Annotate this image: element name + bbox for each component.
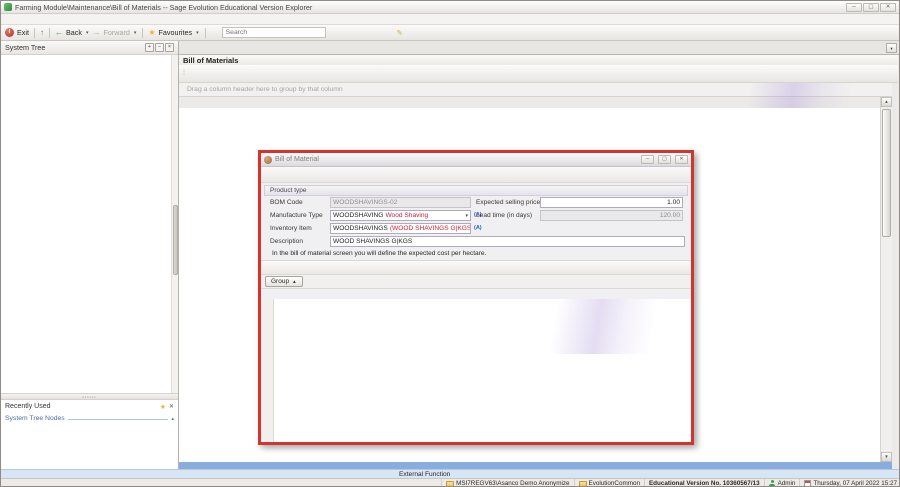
inventory-item-combo[interactable]: WOODSHAVINGS (WOOD SHAVINGS G|KGS) ▾ bbox=[330, 223, 471, 234]
items-grid-body[interactable] bbox=[261, 299, 691, 442]
product-type-label: Product type bbox=[270, 187, 307, 194]
recently-used-panel: Recently Used ★ ✕ System Tree Nodes ▴ bbox=[1, 400, 178, 469]
external-function-label: External Function bbox=[399, 471, 450, 478]
app-icon bbox=[4, 3, 12, 11]
main-toolbar: Exit ↑ ← Back ▾ → Forward ▾ ★ Favourites… bbox=[1, 25, 899, 41]
title-bar: Farming Module\Maintenance\Bill of Mater… bbox=[1, 1, 899, 14]
lead-time-label: Lead time (in days) bbox=[476, 212, 532, 219]
favourites-button[interactable]: Favourites bbox=[159, 28, 193, 37]
exit-icon[interactable] bbox=[5, 28, 14, 37]
items-toolbar bbox=[261, 260, 691, 275]
tree-collapse-icon[interactable]: − bbox=[155, 43, 164, 52]
favourites-star-icon[interactable]: ★ bbox=[160, 403, 166, 411]
grid-header bbox=[179, 97, 880, 108]
search-input[interactable] bbox=[222, 27, 326, 38]
calendar-icon bbox=[804, 480, 811, 487]
group-button[interactable]: Group▲ bbox=[265, 276, 303, 287]
dialog-minimize-icon[interactable] bbox=[641, 155, 654, 164]
page-title: Bill of Materials bbox=[183, 56, 238, 65]
status-user: Admin bbox=[778, 480, 796, 487]
group-by-bar[interactable]: Drag a column header here to group by th… bbox=[179, 83, 892, 97]
sidebar-scrollbar[interactable] bbox=[171, 55, 178, 393]
tab-strip: ▾ bbox=[179, 41, 900, 55]
inventory-item-lookup-icon[interactable]: (A) bbox=[474, 225, 482, 231]
menu-bar bbox=[1, 14, 899, 25]
dialog-fields: BOM Code WOODSHAVINGS-02 Expected sellin… bbox=[264, 196, 688, 260]
dialog-note: In the bill of material screen you will … bbox=[272, 250, 486, 257]
system-tree-title: System Tree bbox=[5, 43, 144, 52]
user-icon bbox=[769, 480, 776, 487]
favourites-dropdown-icon[interactable]: ▾ bbox=[196, 30, 199, 36]
dialog-title-bar: Bill of Material bbox=[261, 153, 691, 167]
sidebar-scrollbar-thumb[interactable] bbox=[173, 205, 178, 275]
system-tree bbox=[1, 55, 178, 393]
chevron-up-icon: ▲ bbox=[292, 279, 296, 284]
description-label: Description bbox=[270, 238, 303, 245]
database-folder-icon bbox=[446, 481, 454, 487]
recently-used-close-icon[interactable]: ✕ bbox=[169, 403, 174, 410]
recent-collapse-icon[interactable]: ▴ bbox=[171, 416, 174, 422]
expected-selling-price-label: Expected selling price bbox=[476, 199, 540, 206]
dialog-icon bbox=[264, 156, 272, 164]
panel-header: Bill of Materials bbox=[179, 55, 898, 65]
common-db-folder-icon bbox=[579, 481, 587, 487]
tab-overflow-icon[interactable]: ▾ bbox=[886, 43, 897, 53]
tree-close-icon[interactable]: × bbox=[165, 43, 174, 52]
manufacture-type-combo[interactable]: WOODSHAVING Wood Shaving ▾ bbox=[330, 210, 471, 221]
dialog-close-icon[interactable] bbox=[675, 155, 688, 164]
minimize-icon[interactable] bbox=[846, 3, 862, 12]
back-dropdown-icon[interactable]: ▾ bbox=[86, 30, 89, 36]
close-icon[interactable] bbox=[880, 3, 896, 12]
search-clear-icon[interactable]: ✎ bbox=[397, 29, 403, 37]
up-icon[interactable]: ↑ bbox=[40, 28, 44, 37]
favourites-icon[interactable]: ★ bbox=[148, 28, 155, 37]
grid-scrollbar[interactable]: ▲ ▼ bbox=[880, 97, 892, 462]
manufacture-type-label: Manufacture Type bbox=[270, 212, 323, 219]
dialog-title: Bill of Material bbox=[275, 156, 637, 163]
back-icon[interactable]: ← bbox=[55, 28, 63, 37]
group-by-hint: Drag a column header here to group by th… bbox=[187, 86, 343, 93]
forward-icon: → bbox=[92, 28, 100, 37]
dialog-maximize-icon[interactable] bbox=[658, 155, 671, 164]
recently-used-title: Recently Used bbox=[5, 403, 157, 410]
exit-button[interactable]: Exit bbox=[17, 28, 29, 37]
row-indicator-column bbox=[261, 299, 274, 442]
expected-selling-price-field[interactable]: 1.00 bbox=[540, 197, 683, 208]
sidebar: System Tree + − × •••••• Recently Used ★… bbox=[1, 41, 179, 469]
panel-splitter[interactable]: •••••• bbox=[1, 393, 178, 400]
forward-button: Forward bbox=[103, 28, 129, 37]
description-field[interactable]: WOOD SHAVINGS G|KGS bbox=[330, 236, 685, 247]
maximize-icon[interactable] bbox=[863, 3, 879, 12]
dialog-toolbar bbox=[261, 167, 691, 183]
chevron-down-icon[interactable]: ▾ bbox=[465, 213, 468, 219]
items-grid-header bbox=[261, 289, 691, 299]
forward-dropdown-icon[interactable]: ▾ bbox=[134, 30, 137, 36]
inventory-item-label: Inventory Item bbox=[270, 225, 312, 232]
window-title: Farming Module\Maintenance\Bill of Mater… bbox=[15, 3, 843, 12]
grid-toolbar: ⁞ bbox=[179, 65, 898, 83]
status-machine: MSI7REGV63\Asanco Demo Anonymize bbox=[456, 480, 569, 487]
lead-time-field: 120.00 bbox=[540, 210, 683, 221]
system-tree-header: System Tree + − × bbox=[1, 41, 178, 55]
group-row: Group▲ bbox=[261, 275, 691, 289]
status-bar: MSI7REGV63\Asanco Demo Anonymize Evoluti… bbox=[1, 478, 900, 487]
scroll-down-icon[interactable]: ▼ bbox=[881, 452, 892, 462]
function-strip: External Function bbox=[1, 469, 900, 478]
toolbar-grip: ⁞ bbox=[183, 70, 185, 77]
grid-selection-strip bbox=[179, 462, 892, 469]
scroll-up-icon[interactable]: ▲ bbox=[881, 97, 892, 107]
scrollbar-thumb[interactable] bbox=[882, 109, 891, 237]
back-button[interactable]: Back bbox=[66, 28, 82, 37]
bill-of-material-dialog: Bill of Material Product type BOM Code W… bbox=[258, 150, 694, 445]
bom-code-field: WOODSHAVINGS-02 bbox=[330, 197, 471, 208]
tree-expand-icon[interactable]: + bbox=[145, 43, 154, 52]
decorative-swoosh bbox=[511, 299, 691, 354]
product-type-group: Product type bbox=[264, 185, 688, 196]
status-version: Educational Version No. 10360567/13 bbox=[649, 480, 760, 487]
recent-group-label: System Tree Nodes bbox=[5, 415, 65, 422]
status-common-db: EvolutionCommon bbox=[589, 480, 640, 487]
app-window: Farming Module\Maintenance\Bill of Mater… bbox=[0, 0, 900, 487]
status-datetime: Thursday, 07 April 2022 15:27 bbox=[813, 480, 897, 487]
bom-code-label: BOM Code bbox=[270, 199, 303, 206]
